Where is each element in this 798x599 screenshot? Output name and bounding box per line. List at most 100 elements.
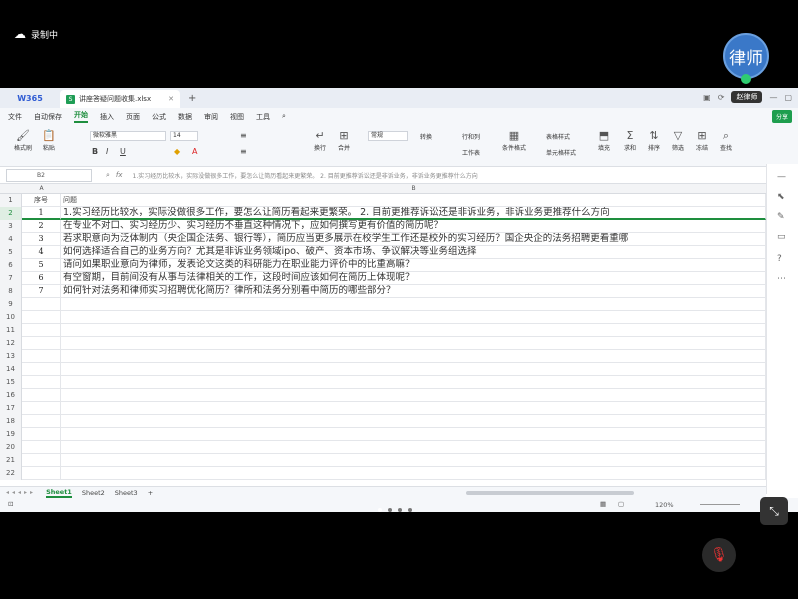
empty-cell[interactable] xyxy=(22,428,61,441)
empty-cell[interactable] xyxy=(22,376,61,389)
format-painter-button[interactable]: 🖌 格式刷 xyxy=(14,129,32,152)
fill-button[interactable]: ⬒ 填充 xyxy=(598,129,610,152)
page-view-icon[interactable]: ▢ xyxy=(618,500,624,508)
wrap-button[interactable]: ↵ 换行 xyxy=(314,129,326,152)
empty-cell[interactable] xyxy=(22,324,61,337)
row-header[interactable]: 22 xyxy=(0,467,22,480)
freeze-button[interactable]: ⊞ 冻结 xyxy=(696,129,708,152)
help-icon[interactable]: ? xyxy=(777,254,782,264)
menu-tab-formula[interactable]: 公式 xyxy=(152,112,166,122)
cell-index[interactable]: 1 xyxy=(22,207,61,220)
empty-cell[interactable] xyxy=(61,376,766,389)
edit-icon[interactable]: ✎ xyxy=(777,212,785,222)
empty-cell[interactable] xyxy=(22,467,61,480)
empty-cell[interactable] xyxy=(22,363,61,376)
empty-cell[interactable] xyxy=(61,454,766,467)
sheet-tab-1[interactable]: Sheet1 xyxy=(46,488,72,498)
empty-cell[interactable] xyxy=(22,350,61,363)
cell-style-button[interactable]: 单元格样式 xyxy=(546,148,576,157)
cell-question[interactable]: 1.实习经历比较水，实际没做很多工作，要怎么让简历看起来更繁荣。 2. 目前更推… xyxy=(61,207,766,220)
row-header[interactable]: 17 xyxy=(0,402,22,415)
header-cell-a[interactable]: 序号 xyxy=(22,194,61,207)
sort-button[interactable]: ⇅ 排序 xyxy=(648,129,660,152)
row-header[interactable]: 18 xyxy=(0,415,22,428)
empty-cell[interactable] xyxy=(61,350,766,363)
cell-index[interactable]: 2 xyxy=(22,220,61,233)
empty-cell[interactable] xyxy=(61,441,766,454)
empty-cell[interactable] xyxy=(61,428,766,441)
menu-tab-home[interactable]: 开始 xyxy=(74,110,88,123)
empty-cell[interactable] xyxy=(22,389,61,402)
table-style-button[interactable]: 表格样式 xyxy=(546,132,570,141)
fx-label[interactable]: fx xyxy=(116,171,123,179)
share-button[interactable]: 分享 xyxy=(771,110,792,123)
row-header[interactable]: 2 xyxy=(0,207,22,220)
empty-cell[interactable] xyxy=(61,311,766,324)
row-header[interactable]: 4 xyxy=(0,233,22,246)
row-header[interactable]: 5 xyxy=(0,246,22,259)
bold-icon[interactable]: B xyxy=(92,147,98,156)
sum-button[interactable]: Σ 求和 xyxy=(624,129,636,152)
font-name-select[interactable]: 微软雅黑 xyxy=(90,131,166,141)
row-header[interactable]: 8 xyxy=(0,285,22,298)
more-icon[interactable]: ⋯ xyxy=(777,274,786,284)
cell-question[interactable]: 如何针对法务和律师实习招聘优化简历？律所和法务分别看中简历的哪些部分？ xyxy=(61,285,766,298)
cell-question[interactable]: 有空窗期，目前间没有从事与法律相关的工作，这段时间应该如何在简历上体现呢？ xyxy=(61,272,766,285)
number-format-select[interactable]: 常规 xyxy=(368,131,408,141)
zoom-formula-icon[interactable]: ⌕ xyxy=(106,171,110,180)
row-header[interactable]: 21 xyxy=(0,454,22,467)
cell-index[interactable]: 6 xyxy=(22,272,61,285)
empty-cell[interactable] xyxy=(61,415,766,428)
cell-question[interactable]: 请问如果职业意向为律师，发表论文这类的科研能力在职业能力评价中的比重高嘛？ xyxy=(61,259,766,272)
name-box[interactable]: B2 xyxy=(6,168,92,182)
file-tab[interactable]: S 讲座答疑问题收集.xlsx ✕ xyxy=(60,90,180,108)
align-left-icon[interactable]: ≡ xyxy=(240,147,247,156)
filter-button[interactable]: ▽ 筛选 xyxy=(672,129,684,152)
row-header[interactable]: 12 xyxy=(0,337,22,350)
paste-button[interactable]: 📋 粘贴 xyxy=(42,129,56,152)
autosave-toggle[interactable]: 自动保存 xyxy=(34,112,62,122)
empty-cell[interactable] xyxy=(22,415,61,428)
user-badge[interactable]: 赵律师 xyxy=(731,91,763,103)
fill-color-icon[interactable]: ◆ xyxy=(174,147,180,156)
row-header[interactable]: 14 xyxy=(0,363,22,376)
minimize-icon[interactable]: — xyxy=(769,93,777,102)
search-icon[interactable]: ⌕ xyxy=(282,112,286,121)
row-header[interactable]: 10 xyxy=(0,311,22,324)
select-all-corner[interactable] xyxy=(0,184,22,194)
font-size-select[interactable]: 14 xyxy=(170,131,198,141)
font-color-icon[interactable]: A xyxy=(192,147,197,156)
menu-tab-review[interactable]: 审阅 xyxy=(204,112,218,122)
horizontal-scrollbar[interactable] xyxy=(466,491,634,495)
row-header[interactable]: 9 xyxy=(0,298,22,311)
cell-index[interactable]: 5 xyxy=(22,259,61,272)
add-sheet-icon[interactable]: + xyxy=(148,489,153,497)
menu-tab-insert[interactable]: 插入 xyxy=(100,112,114,122)
sheet-tab-2[interactable]: Sheet2 xyxy=(82,489,105,497)
sheet-tab-3[interactable]: Sheet3 xyxy=(115,489,138,497)
cell-question[interactable]: 若求职意向为泛体制内（央企国企法务、银行等），简历应当更多展示在校学生工作还是校… xyxy=(61,233,766,246)
normal-view-icon[interactable]: ▦ xyxy=(600,500,606,508)
row-header[interactable]: 7 xyxy=(0,272,22,285)
cell-index[interactable]: 3 xyxy=(22,233,61,246)
row-header[interactable]: 3 xyxy=(0,220,22,233)
worksheet-button[interactable]: 工作表 xyxy=(462,148,480,157)
empty-cell[interactable] xyxy=(61,298,766,311)
menu-tab-tools[interactable]: 工具 xyxy=(256,112,270,122)
empty-cell[interactable] xyxy=(61,324,766,337)
file-menu[interactable]: 文件 xyxy=(8,112,22,122)
row-header[interactable]: 20 xyxy=(0,441,22,454)
minus-icon[interactable]: — xyxy=(777,172,786,182)
empty-cell[interactable] xyxy=(22,337,61,350)
header-cell-b[interactable]: 问题 xyxy=(61,194,766,207)
cell-index[interactable]: 7 xyxy=(22,285,61,298)
cell-index[interactable]: 4 xyxy=(22,246,61,259)
find-button[interactable]: ⌕ 查找 xyxy=(720,129,732,152)
align-top-icon[interactable]: ≡ xyxy=(240,131,247,140)
comment-icon[interactable]: ▭ xyxy=(777,232,786,242)
avatar[interactable]: 律师 xyxy=(723,33,769,79)
empty-cell[interactable] xyxy=(61,363,766,376)
maximize-icon[interactable]: ▢ xyxy=(784,93,792,102)
empty-cell[interactable] xyxy=(22,402,61,415)
floating-edit-button[interactable]: ⤡ xyxy=(760,497,788,525)
